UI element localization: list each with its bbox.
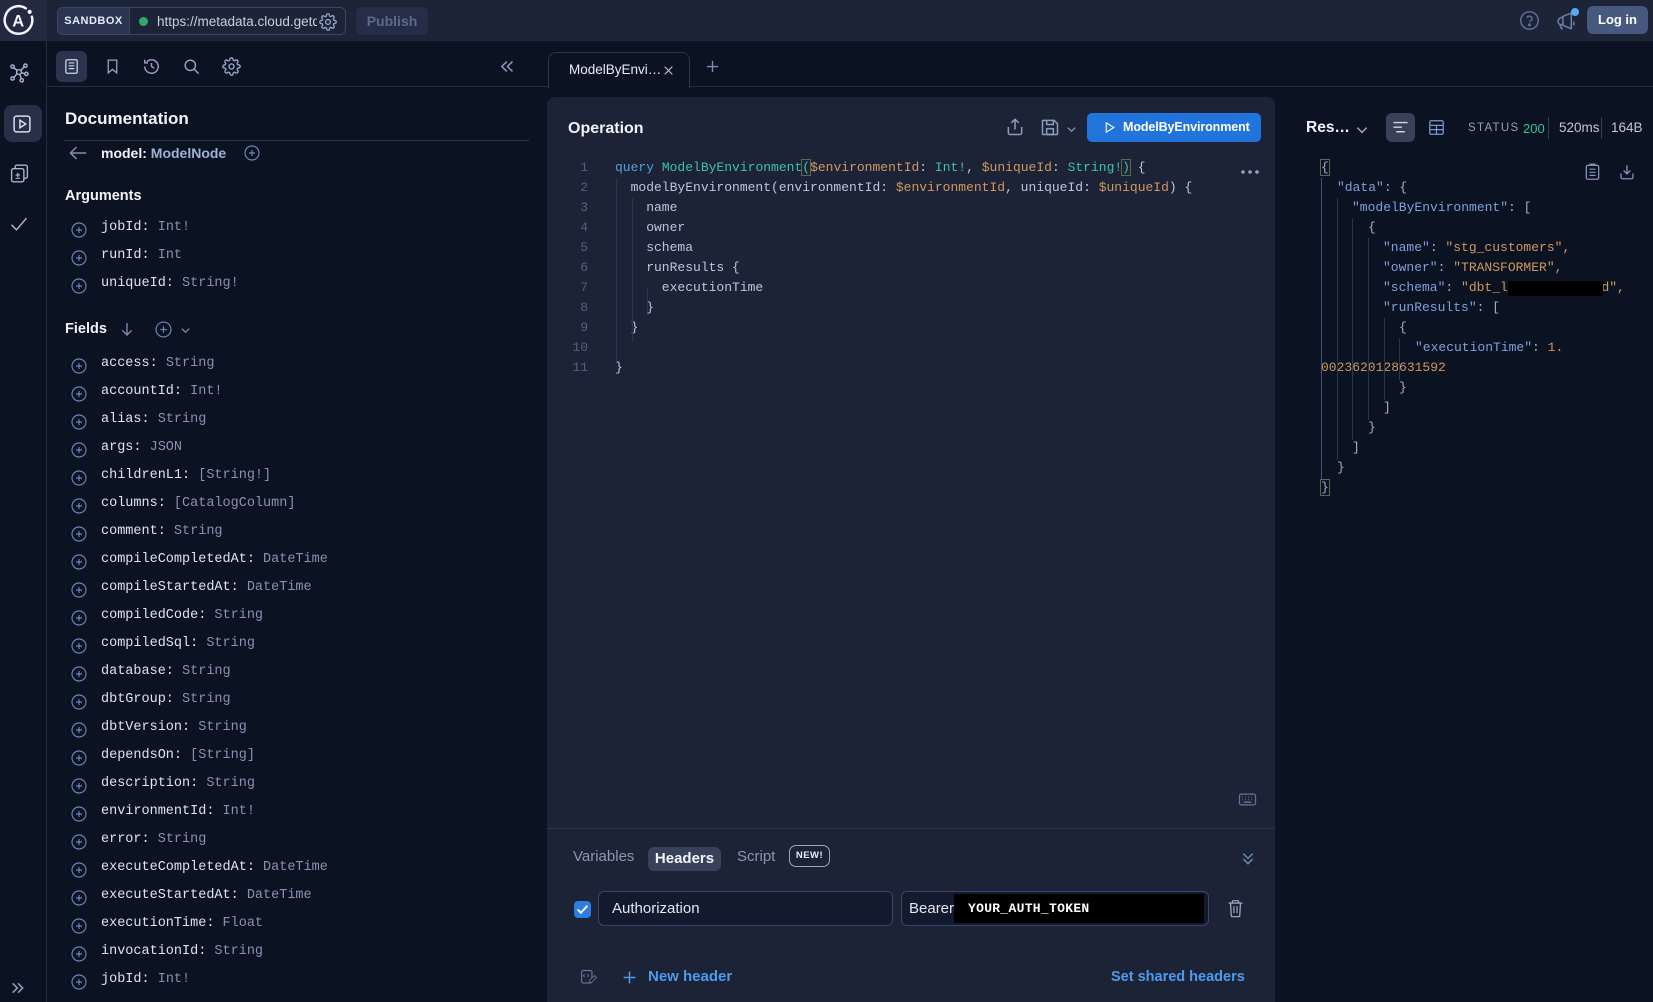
- svg-text:A: A: [12, 13, 24, 31]
